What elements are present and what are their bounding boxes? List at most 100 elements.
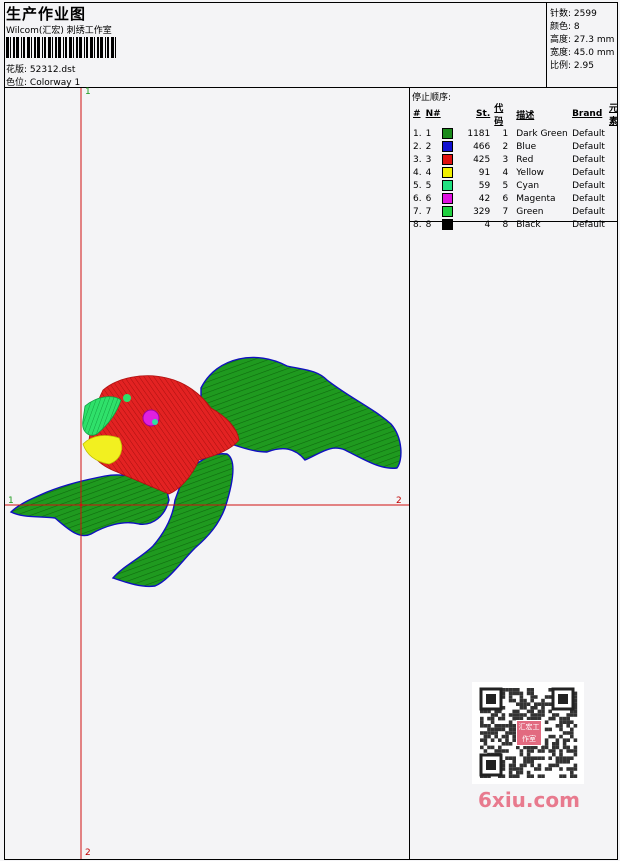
qr-module — [559, 727, 563, 732]
qr-module — [537, 763, 542, 768]
qr-module — [530, 706, 534, 710]
barcode-bar — [107, 37, 109, 58]
qr-module — [548, 727, 552, 732]
col-desc: 描述 — [516, 110, 535, 121]
qr-module — [559, 724, 563, 728]
row-brand: Default — [572, 180, 605, 191]
row-brand: Default — [572, 206, 605, 217]
qr-module — [526, 756, 531, 760]
color-row: 5. 5 59 5 Cyan Default — [411, 179, 620, 192]
qr-module — [516, 688, 520, 692]
row-brand: Default — [572, 128, 605, 139]
row-num: 5. — [413, 180, 422, 191]
barcode-bar — [63, 37, 64, 58]
stat-label: 颜色: — [550, 22, 572, 32]
qr-module — [541, 702, 545, 706]
qr-module — [548, 763, 552, 768]
color-row: 2. 2 466 2 Blue Default — [411, 140, 620, 153]
qr-module — [530, 698, 534, 703]
qr-module — [548, 734, 552, 739]
row-desc: Dark Green — [516, 128, 568, 139]
qr-module — [566, 756, 570, 760]
qr-module — [548, 767, 552, 771]
qr-module — [541, 706, 545, 710]
design-canvas — [5, 88, 409, 859]
qr-module — [530, 745, 534, 750]
row-stitches: 4 — [484, 219, 491, 230]
row-code: 8 — [502, 219, 509, 230]
qr-module — [555, 745, 560, 750]
qr-module — [570, 731, 574, 735]
qr-module — [486, 760, 496, 770]
qr-module — [537, 749, 542, 753]
row-num: 1. — [413, 128, 422, 139]
qr-module — [559, 720, 563, 724]
qr-module — [490, 745, 495, 750]
qr-module — [519, 763, 524, 768]
qr-module — [508, 774, 513, 778]
qr-module — [541, 713, 545, 717]
qr-module — [519, 767, 524, 771]
qr-module — [508, 724, 513, 728]
qr-module — [530, 691, 534, 696]
row-num: 7. — [413, 206, 422, 217]
qr-module — [537, 709, 542, 714]
barcode-bar — [44, 37, 46, 58]
qr-module — [516, 767, 520, 771]
qr-module — [530, 695, 534, 699]
row-element — [607, 205, 620, 218]
qr-module — [566, 738, 570, 742]
qr-module — [555, 760, 560, 764]
color-swatch — [442, 206, 454, 217]
barcode-bar — [31, 37, 32, 58]
qr-module — [480, 745, 484, 750]
qr-module — [512, 763, 516, 768]
qr-module — [544, 745, 549, 750]
color-row: 6. 6 42 6 Magenta Default — [411, 192, 620, 205]
qr-module — [544, 695, 549, 699]
row-brand: Default — [572, 219, 605, 230]
embroidery-tail — [200, 356, 402, 469]
qr-module — [552, 713, 556, 717]
barcode-bar — [58, 37, 61, 58]
qr-module — [526, 760, 531, 764]
row-element — [607, 127, 620, 140]
row-stitches: 425 — [473, 154, 491, 165]
stat-colors: 颜色: 8 — [550, 19, 580, 32]
qr-module — [552, 763, 556, 768]
qr-module — [552, 734, 556, 739]
qr-module — [516, 713, 520, 717]
qr-module — [483, 738, 488, 742]
qr-module — [559, 716, 563, 721]
qr-module — [498, 716, 502, 721]
barcode-bar — [79, 37, 82, 58]
qr-module — [483, 749, 488, 753]
qr-module — [558, 694, 568, 704]
qr-module — [541, 745, 545, 750]
qr-module — [501, 749, 506, 753]
qr-module — [534, 713, 538, 717]
qr-module — [573, 749, 578, 753]
row-brand: Default — [572, 154, 605, 165]
qr-module — [508, 731, 513, 735]
row-desc: Magenta — [516, 193, 556, 204]
qr-module — [534, 702, 538, 706]
qr-module — [544, 738, 549, 742]
qr-module — [519, 695, 524, 699]
qr-module — [566, 749, 570, 753]
qr-module — [537, 713, 542, 717]
color-table: # N# St. 代码 描述 Brand 元素 1. 1 1181 1 Dark Gr… — [411, 101, 620, 231]
qr-module — [559, 767, 563, 771]
row-desc: Blue — [516, 141, 537, 152]
color-swatch — [442, 219, 454, 230]
qr-module — [508, 691, 513, 696]
qr-module — [498, 727, 502, 732]
barcode-bar — [73, 37, 74, 58]
row-stitches: 42 — [478, 193, 491, 204]
qr-module — [570, 720, 574, 724]
barcode — [6, 37, 116, 58]
qr-module — [501, 734, 506, 739]
qr-module — [498, 724, 502, 728]
stat-width: 宽度: 45.0 mm — [550, 45, 614, 58]
qr-module — [552, 752, 556, 757]
